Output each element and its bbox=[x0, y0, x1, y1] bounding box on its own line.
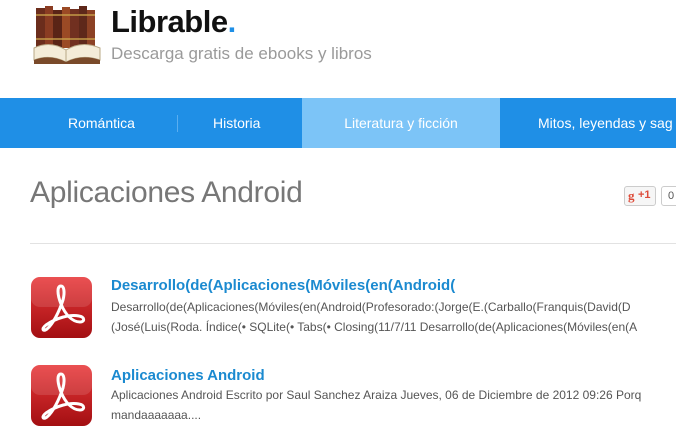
nav-separator bbox=[177, 115, 178, 132]
nav-item-literatura-ficcion[interactable]: Literatura y ficción bbox=[302, 98, 500, 148]
site-title[interactable]: Librable. bbox=[111, 4, 236, 40]
site-title-dot: . bbox=[227, 4, 237, 39]
nav-item-romantica[interactable]: Romántica bbox=[68, 98, 135, 148]
nav-item-mitos-leyendas[interactable]: Mitos, leyendas y sag bbox=[538, 98, 673, 148]
result-description-line: Desarrollo(de(Aplicaciones(Móviles(en(An… bbox=[111, 300, 631, 314]
plus-one-count: 0 bbox=[661, 186, 676, 206]
plus-one-label: +1 bbox=[638, 189, 651, 201]
page-title: Aplicaciones Android bbox=[30, 176, 303, 209]
title-divider bbox=[30, 243, 676, 244]
pdf-file-icon[interactable] bbox=[30, 276, 93, 339]
google-g-icon: g bbox=[628, 188, 635, 203]
nav-item-historia[interactable]: Historia bbox=[213, 98, 260, 148]
google-plus-one-button[interactable]: g +1 bbox=[624, 186, 656, 206]
site-header: Librable. Descarga gratis de ebooks y li… bbox=[0, 0, 676, 98]
result-title-link[interactable]: Desarrollo(de(Aplicaciones(Móviles(en(An… bbox=[111, 277, 455, 294]
result-description-line: Aplicaciones Android Escrito por Saul Sa… bbox=[111, 388, 642, 402]
pdf-file-icon[interactable] bbox=[30, 364, 93, 427]
result-description-line: (José(Luis(Roda. Índice(• SQLite(• Tabs(… bbox=[111, 320, 638, 334]
result-description-line: mandaaaaaaa.... bbox=[111, 408, 202, 422]
main-navigation: Romántica Historia Literatura y ficción … bbox=[0, 98, 676, 148]
result-title-link[interactable]: Aplicaciones Android bbox=[111, 367, 265, 384]
site-tagline: Descarga gratis de ebooks y libros bbox=[111, 44, 372, 63]
books-logo-icon[interactable] bbox=[30, 4, 102, 66]
